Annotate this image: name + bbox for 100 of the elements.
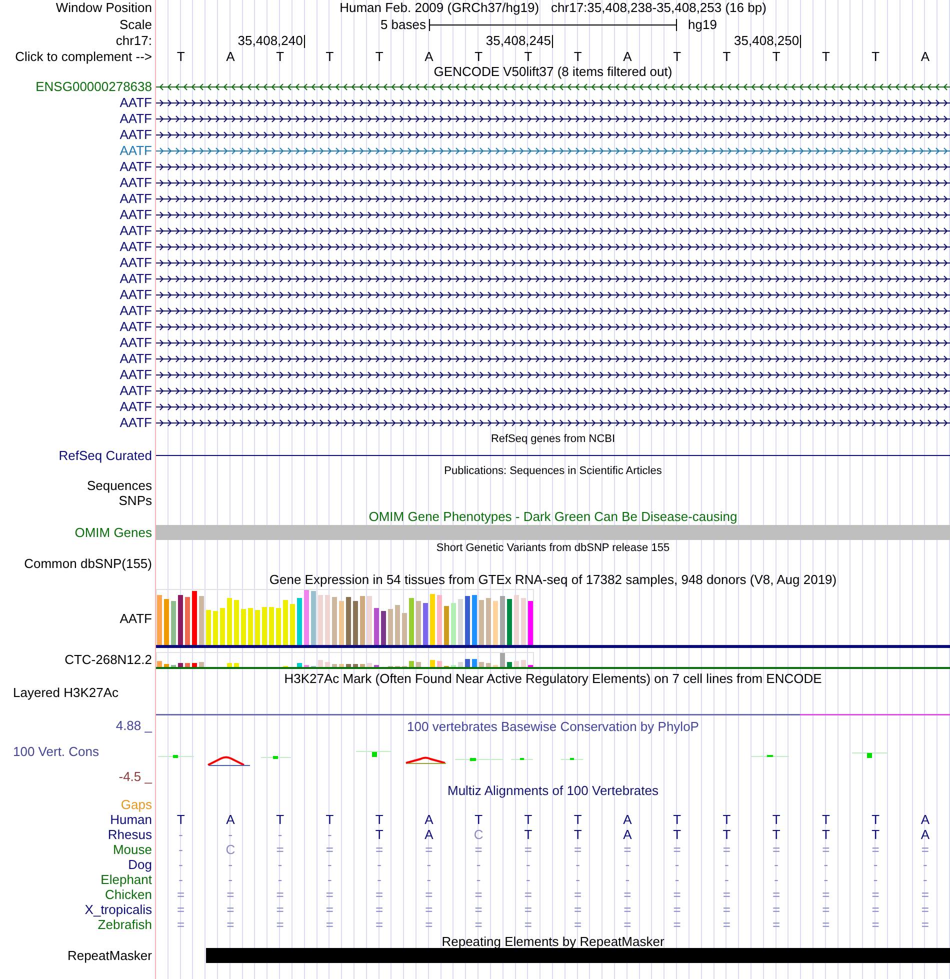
- expression-bar: [500, 653, 505, 667]
- expression-bar: [437, 661, 442, 667]
- aligned-base: -: [426, 858, 432, 872]
- aligned-base: =: [574, 842, 582, 856]
- gene-label: AATF: [120, 240, 152, 254]
- assembly-name: Human Feb. 2009 (GRCh37/hg19): [340, 1, 540, 15]
- aligned-base: =: [376, 842, 384, 856]
- aligned-base: A: [424, 812, 434, 826]
- aligned-base: A: [623, 812, 632, 826]
- gene-label: AATF: [120, 256, 152, 270]
- base-letter: T: [872, 50, 880, 64]
- gene-label: AATF: [120, 272, 152, 286]
- expression-bar: [157, 661, 162, 667]
- aligned-base: -: [328, 872, 332, 886]
- aligned-base: =: [673, 888, 681, 902]
- expression-bar: [234, 600, 239, 645]
- gene-label: AATF: [120, 128, 152, 142]
- expression-bar: [409, 661, 414, 667]
- expression-bar: [388, 608, 393, 645]
- expression-bar: [353, 601, 358, 645]
- expression-bar: [416, 662, 421, 667]
- expression-bar: [423, 603, 428, 645]
- aligned-base: -: [873, 858, 878, 872]
- track-title: Multiz Alignments of 100 Vertebrates: [447, 784, 658, 798]
- aligned-base: =: [276, 842, 284, 856]
- track-label: RefSeq Curated: [58, 448, 152, 462]
- base-letter: A: [920, 50, 930, 64]
- aligned-base: =: [177, 918, 185, 932]
- expression-bar: [430, 660, 435, 667]
- expression-bar: [248, 608, 253, 645]
- row-label: chr17:: [116, 34, 152, 48]
- aligned-base: -: [724, 858, 729, 872]
- aligned-base: T: [822, 828, 830, 842]
- aligned-base: =: [276, 902, 284, 916]
- expression-bar: [332, 596, 337, 645]
- species-label: Human: [110, 812, 152, 826]
- aligned-base: -: [576, 872, 580, 886]
- base-letter: T: [822, 50, 830, 64]
- track-label: 100 Vert. Cons: [13, 744, 99, 758]
- species-label: Zebrafish: [98, 918, 152, 932]
- aligned-base: =: [624, 888, 632, 902]
- gene-label: AATF: [120, 352, 152, 366]
- aligned-base: -: [526, 872, 530, 886]
- expression-bar: [458, 599, 463, 645]
- expression-bar: [185, 597, 190, 645]
- expression-bar: [486, 598, 491, 645]
- conservation-bar: [261, 756, 291, 759]
- aligned-base: =: [574, 918, 582, 932]
- gene-label: AATF: [120, 96, 152, 110]
- track-label: Common dbSNP(155): [24, 557, 152, 571]
- track-title: Short Genetic Variants from dbSNP release 155: [436, 542, 670, 555]
- expression-bar: [514, 594, 519, 645]
- expression-bar: [276, 608, 281, 645]
- aligned-base: =: [722, 888, 730, 902]
- expression-bar: [493, 600, 498, 645]
- aligned-base: -: [278, 828, 282, 842]
- expression-bar: [367, 663, 372, 667]
- aligned-base: =: [524, 888, 532, 902]
- species-label: Elephant: [100, 872, 152, 886]
- gene-label: CTC-268N12.2: [64, 653, 152, 667]
- row-label: Scale: [119, 18, 152, 32]
- aligned-base: =: [921, 918, 929, 932]
- complement-link[interactable]: Click to complement -->: [15, 50, 152, 64]
- aligned-base: -: [426, 872, 432, 886]
- expression-bar: [507, 662, 512, 667]
- gene-label: AATF: [120, 288, 152, 302]
- aligned-base: A: [920, 828, 930, 842]
- aligned-base: =: [425, 842, 433, 856]
- aligned-base: T: [524, 828, 532, 842]
- expression-bar: [381, 611, 386, 645]
- expression-bar: [346, 596, 351, 645]
- aligned-base: =: [772, 888, 780, 902]
- aligned-base: =: [722, 842, 730, 856]
- aligned-base: =: [673, 902, 681, 916]
- conservation-bar: [158, 755, 194, 758]
- gene-label: AATF: [120, 192, 152, 206]
- expression-bar: [486, 663, 491, 667]
- expression-bar: [493, 664, 498, 667]
- aligned-base: -: [328, 828, 332, 842]
- gene-label: AATF: [120, 368, 152, 382]
- expression-bar: [437, 594, 442, 645]
- expression-bar: [269, 606, 274, 645]
- axis-label: 4.88 _: [116, 719, 152, 733]
- expression-bar: [409, 598, 414, 645]
- aligned-base: =: [772, 842, 780, 856]
- expression-bar: [227, 598, 232, 645]
- aligned-base: =: [326, 902, 334, 916]
- axis-label: -4.5 _: [118, 770, 152, 783]
- expression-bar: [318, 660, 323, 667]
- aligned-base: C: [474, 828, 484, 842]
- base-letter: T: [574, 50, 582, 64]
- aligned-base: =: [673, 842, 681, 856]
- expression-bar: [206, 610, 211, 645]
- aligned-base: -: [328, 858, 332, 872]
- track-title: Publications: Sequences in Scientific Articles: [444, 464, 662, 478]
- aligned-base: -: [824, 872, 828, 886]
- gene-label: AATF: [120, 320, 152, 334]
- expression-bar: [458, 662, 463, 667]
- aligned-base: -: [674, 872, 680, 886]
- gene-label: AATF: [120, 224, 152, 238]
